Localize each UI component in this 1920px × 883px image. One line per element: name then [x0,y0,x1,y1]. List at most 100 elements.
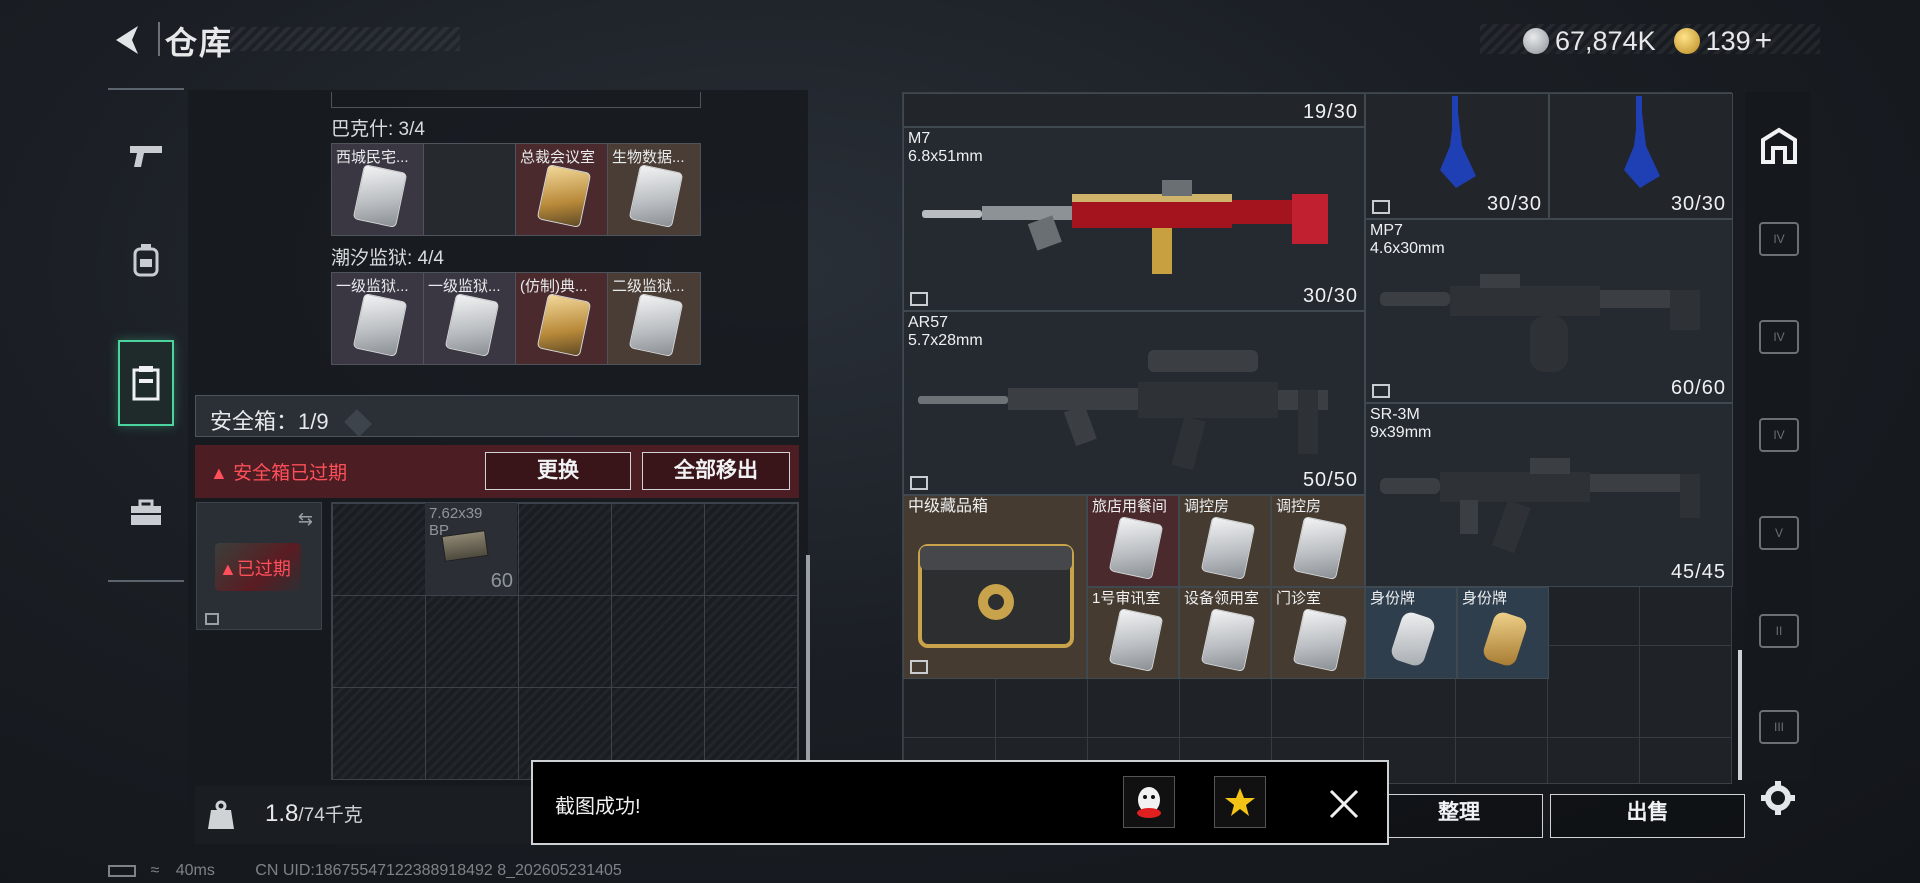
gold-coin-icon [1673,28,1700,54]
rifle-m7-icon [922,180,1328,274]
stash-grid: 19/30 M7 6.8x51mm 30/30 AR57 5.7x28mm 50… [902,92,1733,784]
stash-item-stock[interactable]: 30/30 [1549,93,1733,219]
back-icon[interactable] [108,20,148,60]
case-level-icon[interactable]: III [1759,710,1799,744]
stash-item-dogtag[interactable]: 身份牌 [1365,587,1457,679]
item-name: 调控房 [1184,498,1230,515]
item-name: 门诊室 [1276,590,1322,607]
stash-item-keycard[interactable]: 调控房 [1179,495,1271,587]
stash-item-keycard[interactable]: 调控房 [1271,495,1365,587]
key-group-slots: 一级监狱... 一级监狱... (仿制)典... 二级监狱... [331,272,701,365]
nav-gear[interactable] [118,225,174,295]
replace-button[interactable]: 更换 [485,452,631,490]
lock-icon [910,660,928,674]
stash-item-sr3m[interactable]: SR-3M 9x39mm 45/45 [1365,403,1733,587]
case-level-icon[interactable]: IV [1759,222,1799,256]
toast-message: 截图成功! [555,796,641,818]
stash-item-keycard[interactable]: 门诊室 [1271,587,1365,679]
dogtag-icon [1481,609,1529,669]
close-icon[interactable] [1328,788,1360,820]
stash-home-icon[interactable] [1759,126,1799,166]
case-level-icon[interactable]: V [1759,516,1799,550]
organize-button[interactable]: 整理 [1375,794,1543,838]
key-slot[interactable]: 西城民宅... [332,144,424,235]
header-divider [158,22,160,56]
item-name: 设备领用室 [1184,590,1260,607]
item-name: 1号审讯室 [1092,590,1161,607]
qzone-star-icon [1225,788,1255,816]
lock-icon [1372,200,1390,214]
key-slot-label: 西城民宅... [336,149,409,166]
keycard-icon [444,293,500,357]
case-level-icon[interactable]: IV [1759,418,1799,452]
stash-item-crate[interactable]: 中级藏品箱 [903,495,1087,679]
key-slot-empty[interactable] [424,144,516,235]
key-slot[interactable]: 二级监狱... [608,273,700,364]
stash-item-keycard[interactable]: 设备领用室 [1179,587,1271,679]
swap-icon[interactable]: ⇆ [298,509,313,530]
key-slot-label: 生物数据... [612,149,685,166]
stash-item-ar57[interactable]: AR57 5.7x28mm 50/50 [903,311,1365,495]
lock-icon [1372,384,1390,398]
scrollbar[interactable] [806,555,810,760]
page-title: 仓库 [165,25,234,61]
keycard-icon [1108,516,1164,580]
sell-button[interactable]: 出售 [1550,794,1745,838]
remove-all-button[interactable]: 全部移出 [642,452,790,490]
wifi-icon: ≈ [150,862,160,879]
key-slot-label: 一级监狱... [428,278,501,295]
key-slot-label: 总裁会议室 [520,149,596,166]
keycard-icon [536,293,592,357]
stash-item-top[interactable]: 19/30 [903,93,1365,127]
safe-box-grid [331,502,799,780]
key-slot[interactable]: 一级监狱... [332,273,424,364]
stash-item-stock[interactable]: 30/30 [1365,93,1549,219]
stash-scrollbar[interactable] [1738,650,1742,780]
keycard-icon [352,293,408,357]
key-slot[interactable]: 生物数据... [608,144,700,235]
nav-toolbox[interactable] [118,478,174,548]
case-level-icon[interactable]: IV [1759,320,1799,354]
key-group-slots: 西城民宅... 总裁会议室 生物数据... [331,143,701,236]
ammo-item[interactable]: 7.62x39 BP 60 [425,503,517,595]
briefcase-icon [131,499,161,525]
stash-item-mp7[interactable]: MP7 4.6x30mm 60/60 [1365,219,1733,403]
key-slot[interactable]: (仿制)典... [516,273,608,364]
qq-icon [1137,787,1161,818]
status-bar: ≈ 40ms CN UID:18675547122388918492 8_202… [108,862,622,880]
key-slot[interactable]: 一级监狱... [424,273,516,364]
item-name: 中级藏品箱 [908,498,989,515]
stock-icon [1440,96,1476,188]
case-level: III [1773,720,1784,734]
case-level: V [1774,526,1783,540]
key-group-label: 巴克什: 3/4 [331,119,425,140]
key-group-label: 潮汐监狱: 4/4 [331,248,444,269]
smg-mp7-icon [1380,274,1700,372]
share-qzone-button[interactable] [1214,776,1266,828]
item-count: 30/30 [1486,193,1542,215]
key-slot-label: 二级监狱... [612,278,685,295]
lock-icon [205,613,219,625]
share-qq-button[interactable] [1123,776,1175,828]
add-currency-icon[interactable]: + [1755,24,1773,57]
stash-item-keycard[interactable]: 1号审讯室 [1087,587,1179,679]
nav-storage[interactable] [118,340,174,426]
case-level-icon[interactable]: II [1759,614,1799,648]
stash-item-dogtag[interactable]: 身份牌 [1457,587,1549,679]
screenshot-toast: 截图成功! [531,760,1389,845]
stash-item-m7[interactable]: M7 6.8x51mm 30/30 [903,127,1365,311]
title-decoration [230,27,460,51]
currency-primary: 67,874K [1555,25,1656,56]
silver-coin-icon [1523,28,1549,54]
stash-item-keycard[interactable]: 旅店用餐间 [1087,495,1179,587]
expired-label: 安全箱已过期 [233,463,348,484]
uid-text: CN UID:18675547122388918492 8_2026052314… [255,862,622,879]
nav-weapons[interactable] [118,120,174,190]
rifle-ar57-icon [918,350,1328,471]
settings-gear-icon[interactable] [1760,780,1796,816]
item-name: 调控房 [1276,498,1322,515]
item-count: 19/30 [1302,101,1358,123]
key-slot[interactable]: 总裁会议室 [516,144,608,235]
stock-icon [1624,96,1660,188]
safe-box-thumbnail[interactable]: ▲已过期 ⇆ [196,502,322,630]
